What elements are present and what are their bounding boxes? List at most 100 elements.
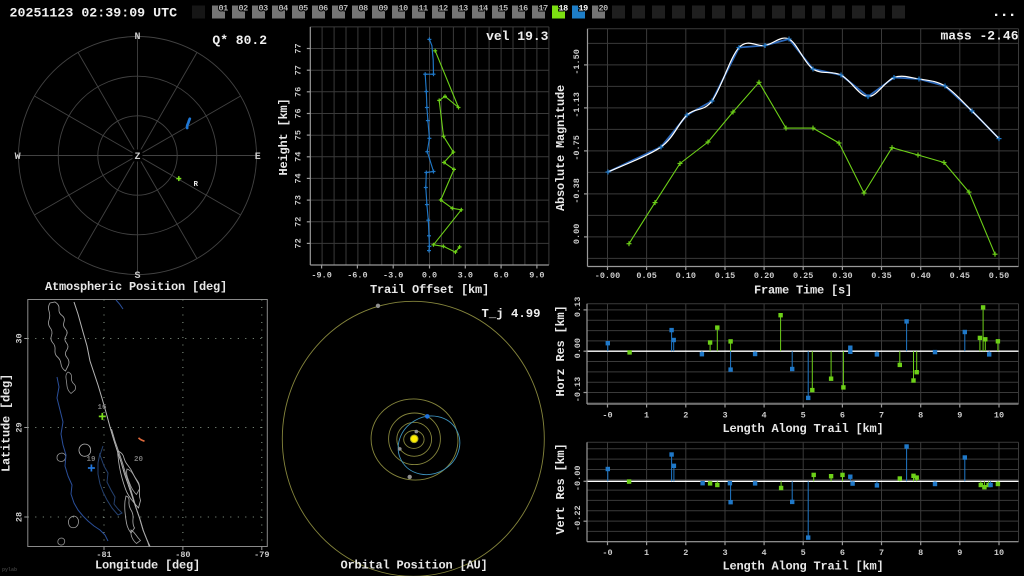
- svg-text:77: 77: [294, 43, 304, 53]
- svg-text:pylab: pylab: [2, 567, 17, 573]
- svg-text:3: 3: [722, 548, 727, 558]
- svg-text:17: 17: [539, 4, 549, 14]
- svg-text:72: 72: [294, 217, 304, 227]
- svg-text:7: 7: [879, 548, 884, 558]
- svg-text:7: 7: [879, 411, 884, 421]
- svg-text:16: 16: [97, 404, 107, 412]
- svg-text:Trail Offset [km]: Trail Offset [km]: [370, 283, 489, 297]
- svg-text:30: 30: [15, 333, 25, 343]
- svg-text:4: 4: [762, 548, 767, 558]
- svg-text:3.0: 3.0: [458, 271, 473, 281]
- svg-text:20251123 02:39:09 UTC: 20251123 02:39:09 UTC: [10, 6, 178, 21]
- svg-text:Absolute Magnitude: Absolute Magnitude: [554, 85, 568, 211]
- svg-text:9: 9: [957, 411, 962, 421]
- svg-text:1: 1: [644, 411, 649, 421]
- svg-text:0.45: 0.45: [950, 271, 970, 281]
- svg-text:-9.0: -9.0: [311, 271, 331, 281]
- svg-text:20: 20: [599, 4, 609, 14]
- svg-text:10: 10: [399, 4, 409, 14]
- svg-text:76: 76: [294, 87, 304, 97]
- svg-text:01: 01: [219, 4, 229, 14]
- svg-text:-79: -79: [254, 550, 269, 560]
- svg-text:0.50: 0.50: [989, 271, 1009, 281]
- svg-text:6.0: 6.0: [493, 271, 508, 281]
- svg-text:8: 8: [918, 548, 923, 558]
- svg-text:9.0: 9.0: [529, 271, 544, 281]
- svg-text:-0.38: -0.38: [572, 178, 582, 204]
- svg-text:Length Along Trail [km]: Length Along Trail [km]: [722, 560, 883, 574]
- svg-text:06: 06: [319, 4, 329, 14]
- svg-text:10: 10: [994, 548, 1004, 558]
- svg-text:75: 75: [294, 130, 304, 140]
- svg-text:77: 77: [294, 65, 304, 75]
- svg-text:6: 6: [840, 548, 845, 558]
- svg-text:mass -2.46: mass -2.46: [940, 29, 1018, 44]
- svg-text:-0: -0: [602, 548, 612, 558]
- svg-text:5: 5: [801, 411, 806, 421]
- svg-text:16: 16: [519, 4, 529, 14]
- svg-text:R: R: [194, 181, 199, 189]
- svg-text:05: 05: [299, 4, 309, 14]
- svg-text:28: 28: [15, 512, 25, 522]
- svg-text:1: 1: [644, 548, 649, 558]
- svg-text:0.20: 0.20: [754, 271, 774, 281]
- svg-text:3: 3: [722, 411, 727, 421]
- svg-text:0.05: 0.05: [636, 271, 656, 281]
- svg-text:08: 08: [359, 4, 369, 14]
- svg-text:-0.75: -0.75: [572, 135, 582, 161]
- svg-text:10: 10: [994, 411, 1004, 421]
- svg-text:9: 9: [957, 548, 962, 558]
- svg-text:74: 74: [294, 152, 304, 162]
- svg-text:Orbital Position [AU]: Orbital Position [AU]: [340, 559, 487, 573]
- svg-text:07: 07: [339, 4, 349, 14]
- svg-text:8: 8: [918, 411, 923, 421]
- svg-text:-6.0: -6.0: [347, 271, 367, 281]
- svg-text:19: 19: [579, 4, 589, 14]
- svg-text:04: 04: [279, 4, 289, 14]
- svg-text:72: 72: [294, 238, 304, 248]
- svg-text:19: 19: [86, 456, 96, 464]
- svg-text:0.00: 0.00: [572, 224, 582, 244]
- svg-text:12: 12: [439, 4, 449, 14]
- svg-text:Longitude [deg]: Longitude [deg]: [95, 559, 200, 573]
- svg-text:74: 74: [294, 173, 304, 183]
- svg-text:29: 29: [15, 422, 25, 432]
- svg-text:6: 6: [840, 411, 845, 421]
- svg-text:2: 2: [683, 548, 688, 558]
- svg-text:0.0: 0.0: [422, 271, 437, 281]
- svg-text:76: 76: [294, 108, 304, 118]
- svg-text:-0.00: -0.00: [595, 271, 621, 281]
- svg-text:T_j 4.99: T_j 4.99: [481, 307, 540, 321]
- svg-text:-0.22: -0.22: [573, 505, 583, 531]
- svg-text:2: 2: [683, 411, 688, 421]
- svg-text:0.13: 0.13: [573, 297, 583, 317]
- svg-text:5: 5: [801, 548, 806, 558]
- svg-text:Latitude [deg]: Latitude [deg]: [0, 374, 14, 472]
- svg-text:03: 03: [259, 4, 269, 14]
- svg-text:02: 02: [239, 4, 249, 14]
- svg-text:Frame Time [s]: Frame Time [s]: [754, 284, 852, 298]
- svg-text:14: 14: [479, 4, 489, 14]
- svg-text:0.25: 0.25: [793, 271, 813, 281]
- svg-text:Q* 80.2: Q* 80.2: [212, 33, 267, 48]
- svg-text:-0.00: -0.00: [573, 466, 583, 492]
- svg-text:20: 20: [134, 456, 144, 464]
- svg-text:0.30: 0.30: [832, 271, 852, 281]
- svg-text:13: 13: [459, 4, 469, 14]
- svg-text:4: 4: [762, 411, 767, 421]
- svg-text:0.40: 0.40: [910, 271, 930, 281]
- svg-text:E: E: [255, 152, 261, 163]
- svg-text:09: 09: [379, 4, 389, 14]
- svg-text:Length Along Trail [km]: Length Along Trail [km]: [722, 422, 883, 436]
- svg-text:0.00: 0.00: [573, 338, 583, 358]
- svg-text:73: 73: [294, 195, 304, 205]
- svg-text:-3.0: -3.0: [383, 271, 403, 281]
- svg-text:-1.50: -1.50: [572, 49, 582, 75]
- svg-text:N: N: [134, 32, 140, 43]
- svg-text:15: 15: [499, 4, 509, 14]
- svg-text:vel 19.3: vel 19.3: [486, 29, 549, 44]
- svg-text:-0: -0: [602, 411, 612, 421]
- svg-text:-0.13: -0.13: [573, 377, 583, 403]
- svg-text:Vert Res [km]: Vert Res [km]: [554, 443, 568, 534]
- svg-text:18: 18: [559, 4, 569, 14]
